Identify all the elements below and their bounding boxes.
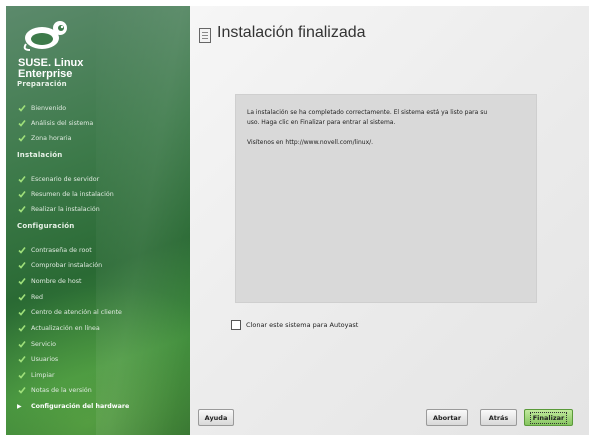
step-bienvenido: Bienvenido xyxy=(17,103,66,113)
message-line1: La instalación se ha completado correcta… xyxy=(247,109,488,116)
checkmark-icon xyxy=(17,246,26,255)
step-label: Nombre de host xyxy=(31,277,82,285)
main-panel: Instalación finalizada La instalación se… xyxy=(190,6,589,435)
step-usuarios: Usuarios xyxy=(17,354,58,364)
back-button-label: Atrás xyxy=(488,413,509,422)
abort-button[interactable]: Abortar xyxy=(426,409,468,426)
page-title: Instalación finalizada xyxy=(217,24,366,41)
step-nombre-host: Nombre de host xyxy=(17,276,82,286)
step-label: Centro de atención al cliente xyxy=(31,308,122,316)
step-servicio: Servicio xyxy=(17,339,56,349)
current-step-arrow-icon: ▶ xyxy=(17,402,22,410)
step-centro-atencion: Centro de atención al cliente xyxy=(17,307,122,317)
step-resumen: Resumen de la instalación xyxy=(17,189,114,199)
step-label: Realizar la instalación xyxy=(31,205,100,213)
step-notas-version: Notas de la versión xyxy=(17,385,92,395)
clone-autoyast-row[interactable]: Clonar este sistema para Autoyast xyxy=(231,320,358,330)
brand-name: SUSE. Linux Enterprise xyxy=(18,58,83,80)
checkmark-icon xyxy=(17,190,26,199)
step-analisis: Análisis del sistema xyxy=(17,118,93,128)
clone-autoyast-checkbox[interactable] xyxy=(231,320,241,330)
checkmark-icon xyxy=(17,134,26,143)
checkmark-icon xyxy=(17,293,26,302)
section-title-instalacion: Instalación xyxy=(17,151,63,159)
step-label: Zona horaria xyxy=(31,134,72,142)
checkmark-icon xyxy=(17,308,26,317)
section-title-configuracion: Configuración xyxy=(17,222,75,230)
checkmark-icon xyxy=(17,355,26,364)
message-box: La instalación se ha completado correcta… xyxy=(235,94,537,303)
abort-button-label: Abortar xyxy=(432,413,462,422)
step-label: Resumen de la instalación xyxy=(31,190,114,198)
step-comprobar: Comprobar instalación xyxy=(17,260,102,270)
finish-button[interactable]: Finalizar xyxy=(524,409,573,426)
checkmark-icon xyxy=(17,340,26,349)
step-red: Red xyxy=(17,292,43,302)
step-label: Usuarios xyxy=(31,355,59,363)
step-label: Limpiar xyxy=(31,371,55,379)
brand-line2: Enterprise xyxy=(18,68,73,80)
checkmark-icon xyxy=(17,386,26,395)
suse-chameleon-logo xyxy=(23,21,67,51)
help-button[interactable]: Ayuda xyxy=(198,409,234,426)
section-title-preparacion: Preparación xyxy=(17,80,67,88)
step-label: Bienvenido xyxy=(31,104,67,112)
step-actualizacion: Actualización en línea xyxy=(17,323,100,333)
step-label: Configuración del hardware xyxy=(31,402,130,410)
checkmark-icon xyxy=(17,175,26,184)
step-label: Comprobar instalación xyxy=(31,261,103,269)
step-label: Escenario de servidor xyxy=(31,175,100,183)
installer-window: SUSE. Linux Enterprise Preparación Bienv… xyxy=(0,0,595,441)
step-label: Servicio xyxy=(31,340,56,348)
step-escenario: Escenario de servidor xyxy=(17,174,99,184)
checkmark-icon xyxy=(17,371,26,380)
clone-autoyast-label: Clonar este sistema para Autoyast xyxy=(246,321,359,329)
step-label: Análisis del sistema xyxy=(31,119,94,127)
message-line2: uso. Haga clic en Finalizar para entrar … xyxy=(247,119,396,126)
step-label: Notas de la versión xyxy=(31,386,92,394)
step-limpiar: Limpiar xyxy=(17,370,55,380)
checkmark-icon xyxy=(17,104,26,113)
step-configuracion-hardware: ▶ Configuración del hardware xyxy=(17,401,129,411)
finish-button-label: Finalizar xyxy=(529,411,568,424)
step-label: Actualización en línea xyxy=(31,324,100,332)
checkmark-icon xyxy=(17,261,26,270)
step-zona-horaria: Zona horaria xyxy=(17,133,72,143)
checkmark-icon xyxy=(17,277,26,286)
checkmark-icon xyxy=(17,324,26,333)
help-button-label: Ayuda xyxy=(204,413,228,422)
sidebar: SUSE. Linux Enterprise Preparación Bienv… xyxy=(6,6,190,435)
checkmark-icon xyxy=(17,119,26,128)
step-contrasena: Contraseña de root xyxy=(17,245,92,255)
step-realizar: Realizar la instalación xyxy=(17,204,100,214)
document-icon xyxy=(199,28,211,43)
step-label: Red xyxy=(31,293,43,301)
message-line3: Visítenos en http://www.novell.com/linux… xyxy=(247,139,374,146)
back-button[interactable]: Atrás xyxy=(480,409,517,426)
checkmark-icon xyxy=(17,205,26,214)
step-label: Contraseña de root xyxy=(31,246,92,254)
